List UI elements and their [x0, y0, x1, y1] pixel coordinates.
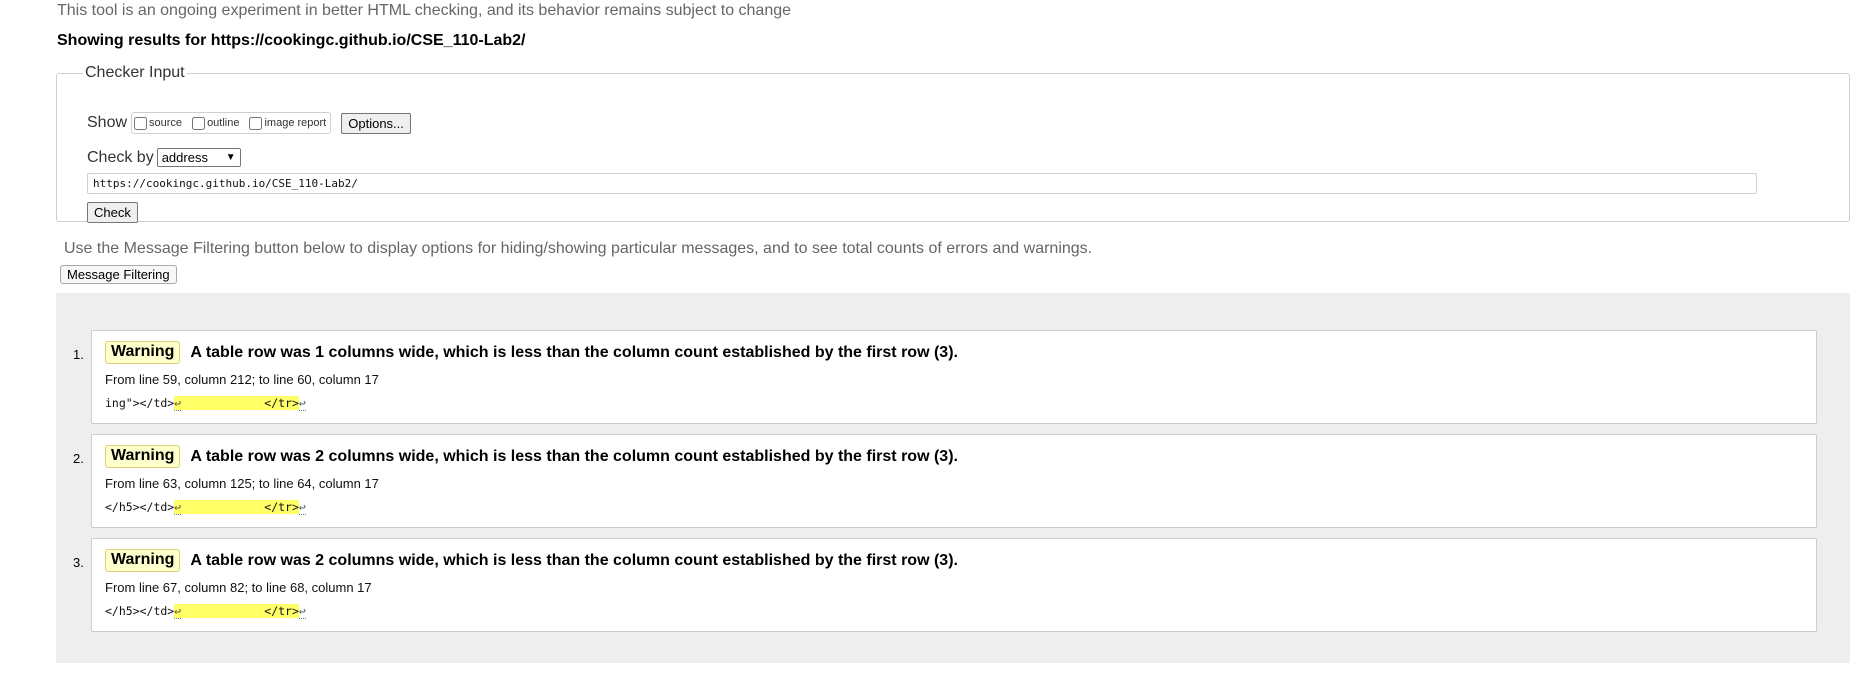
url-input[interactable]: https://cookingc.github.io/CSE_110-Lab2/ [87, 173, 1757, 194]
intro-text: This tool is an ongoing experiment in be… [57, 2, 792, 19]
extract-highlight-text: </tr> [181, 500, 299, 514]
message-text: A table row was 2 columns wide, which is… [190, 551, 958, 569]
show-options-box: source outline image report [131, 112, 332, 134]
message-number: 2. [73, 451, 84, 466]
message-text: A table row was 2 columns wide, which is… [190, 447, 958, 465]
option-source-label: source [149, 117, 183, 129]
check-button[interactable]: Check [87, 202, 138, 223]
message-line: Warning A table row was 2 columns wide, … [105, 445, 958, 468]
image-report-checkbox[interactable] [249, 116, 263, 130]
check-by-row: Check by address ▼ [87, 148, 241, 167]
results-heading: Showing results for https://cookingc.git… [57, 32, 526, 49]
extract-pre: </h5></td> [105, 604, 175, 618]
message-line: Warning A table row was 2 columns wide, … [105, 549, 958, 572]
option-outline[interactable]: outline [192, 116, 240, 130]
extract-highlight: ↩ </tr> [174, 604, 299, 619]
option-image-report-label: image report [264, 117, 327, 129]
warning-badge: Warning [105, 549, 181, 572]
extract-highlight-text: </tr> [181, 396, 299, 410]
check-by-select[interactable]: address ▼ [156, 148, 241, 167]
line-feed-icon: ↩ [298, 604, 306, 619]
message-item: 1. Warning A table row was 1 columns wid… [73, 330, 1817, 424]
chevron-down-icon: ▼ [225, 152, 236, 163]
check-by-value: address [161, 150, 208, 165]
warning-badge: Warning [105, 341, 181, 364]
extract-pre: </h5></td> [105, 500, 175, 514]
extract-highlight: ↩ </tr> [174, 500, 299, 515]
source-checkbox[interactable] [134, 116, 148, 130]
option-outline-label: outline [207, 117, 240, 129]
validator-page: This tool is an ongoing experiment in be… [0, 0, 1870, 673]
line-feed-icon: ↩ [298, 396, 306, 411]
message-location: From line 67, column 82; to line 68, col… [105, 580, 372, 595]
message-item: 2. Warning A table row was 2 columns wid… [73, 434, 1817, 528]
extract-highlight: ↩ </tr> [174, 396, 299, 411]
extract-highlight-text: </tr> [181, 604, 299, 618]
message-number: 1. [73, 347, 84, 362]
show-options-row: Show source outline image report Options… [87, 112, 411, 134]
filter-note: Use the Message Filtering button below t… [64, 240, 1093, 257]
check-by-label: Check by [87, 148, 154, 166]
message-line: Warning A table row was 1 columns wide, … [105, 341, 958, 364]
message-item: 3. Warning A table row was 2 columns wid… [73, 538, 1817, 632]
message-location: From line 63, column 125; to line 64, co… [105, 476, 379, 491]
code-extract: </h5></td>↩ </tr>↩ [105, 604, 306, 619]
options-button[interactable]: Options... [341, 112, 411, 134]
show-label: Show [87, 114, 128, 131]
warning-badge: Warning [105, 445, 181, 468]
message-location: From line 59, column 212; to line 60, co… [105, 372, 379, 387]
line-feed-icon: ↩ [298, 500, 306, 515]
extract-pre: ing"></td> [105, 396, 175, 410]
checker-input-fieldset: Checker Input Show source outline image … [56, 64, 1850, 223]
code-extract: </h5></td>↩ </tr>↩ [105, 500, 306, 515]
message-number: 3. [73, 555, 84, 570]
option-source[interactable]: source [134, 116, 183, 130]
checker-input-legend: Checker Input [85, 64, 185, 81]
option-image-report[interactable]: image report [249, 116, 327, 130]
code-extract: ing"></td>↩ </tr>↩ [105, 396, 306, 411]
message-text: A table row was 1 columns wide, which is… [190, 343, 958, 361]
message-filtering-button[interactable]: Message Filtering [60, 265, 177, 284]
results-panel: 1. Warning A table row was 1 columns wid… [56, 293, 1850, 663]
outline-checkbox[interactable] [192, 116, 206, 130]
